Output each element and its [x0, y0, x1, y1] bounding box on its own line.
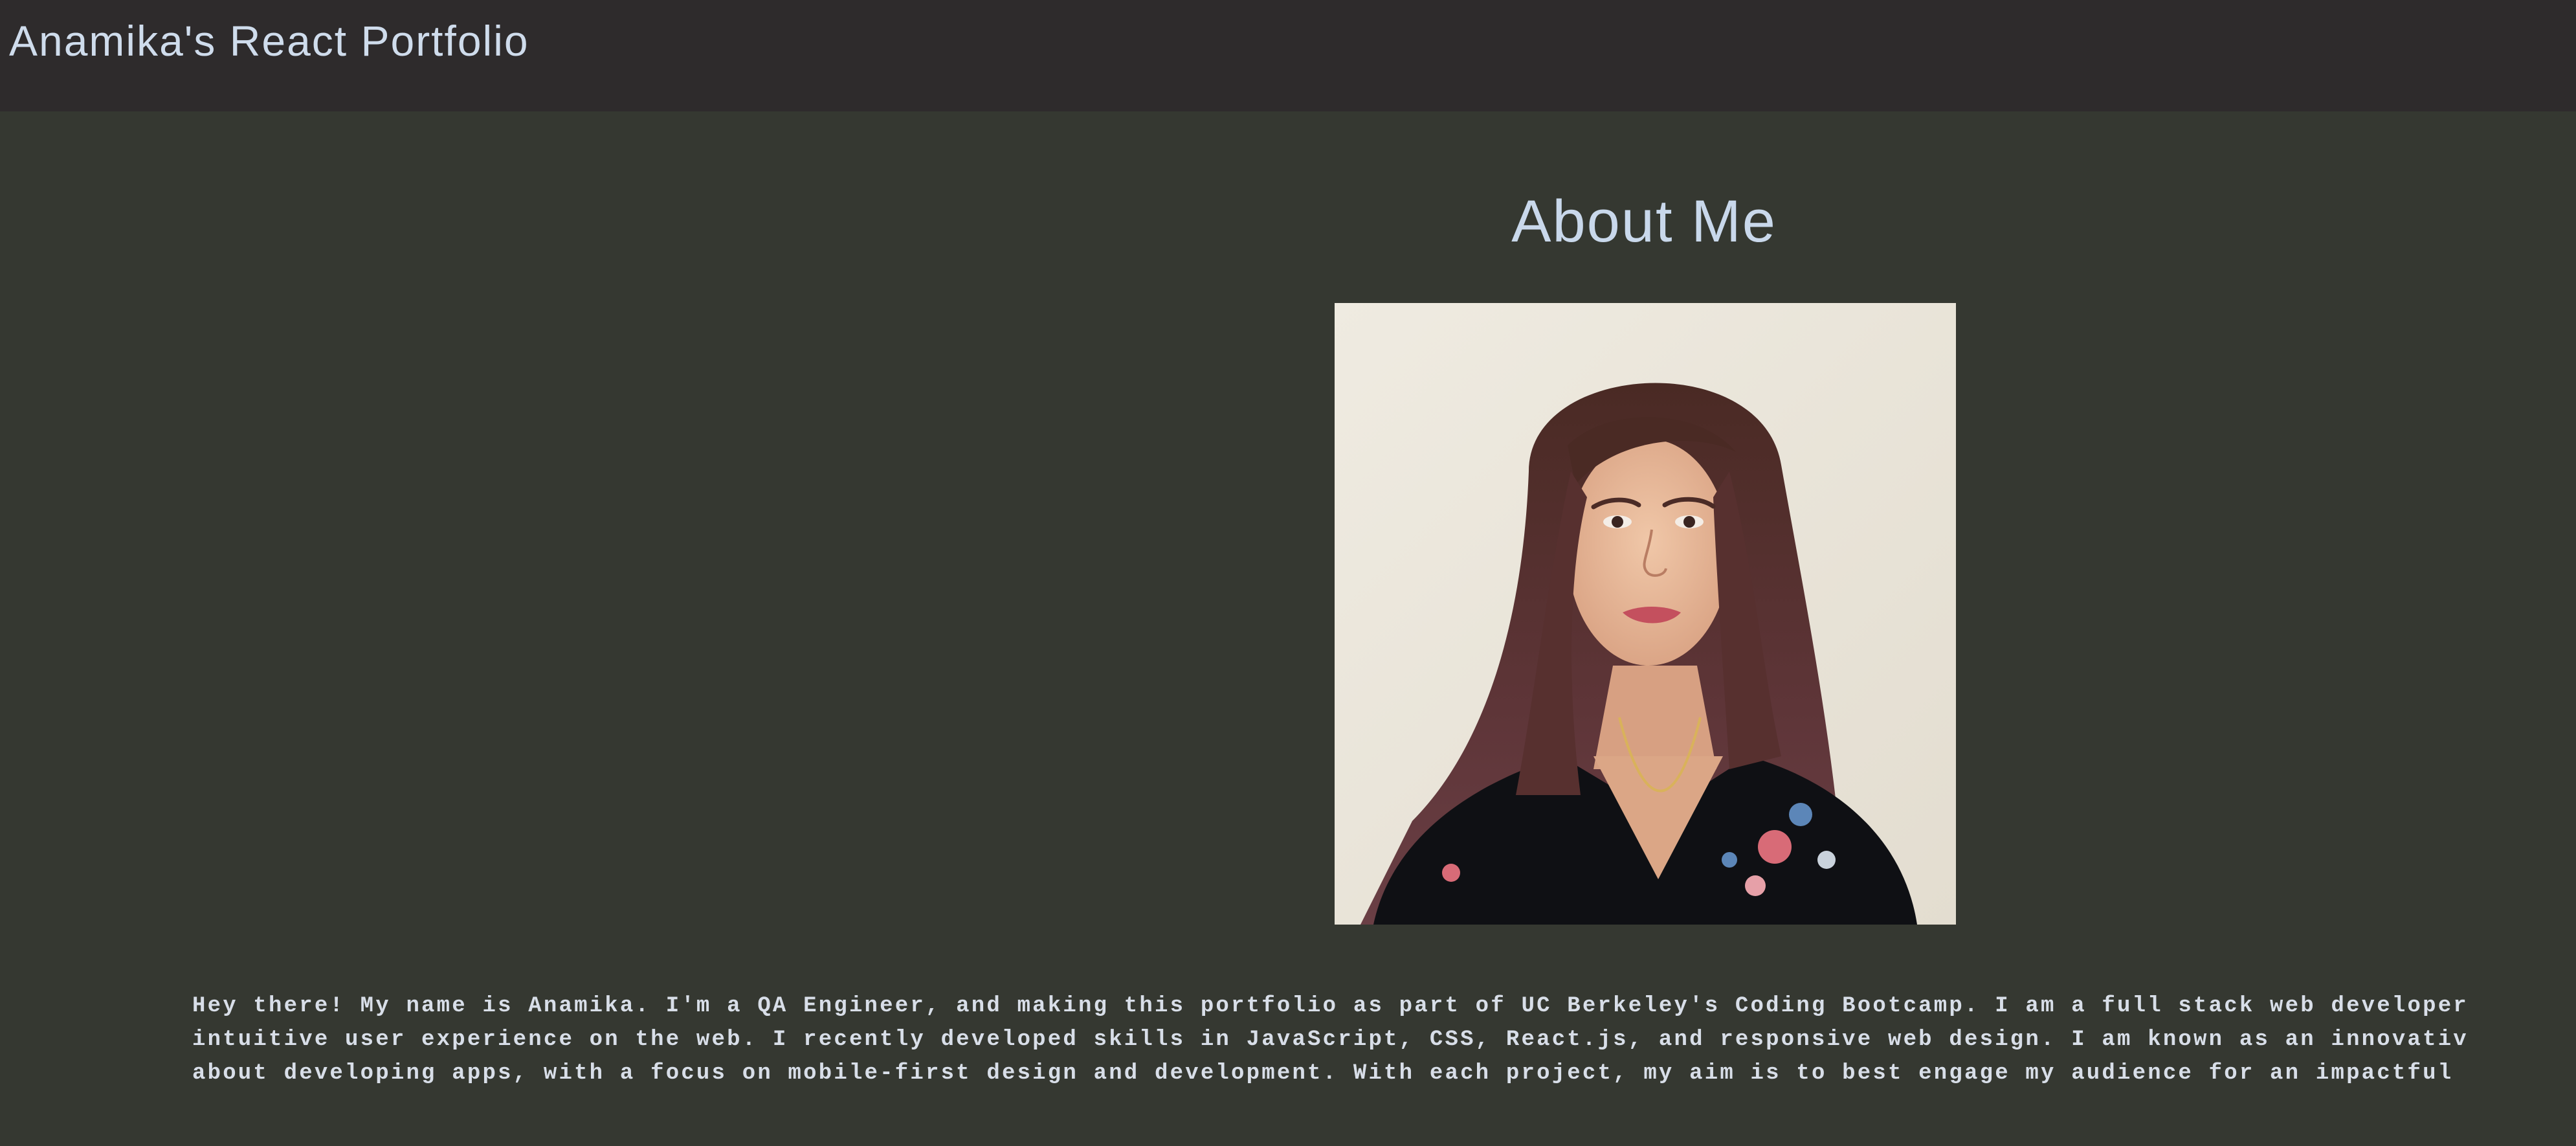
bio-line: intuitive user experience on the web. I …: [192, 1028, 2469, 1052]
bio-line: Hey there! My name is Anamika. I'm a QA …: [192, 994, 2469, 1018]
about-heading: About Me: [1511, 188, 1777, 254]
bio-paragraph: Hey there! My name is Anamika. I'm a QA …: [192, 989, 2576, 1090]
about-section: About Me Hey there! My name is Anamika. …: [0, 111, 2576, 1146]
profile-photo: [1335, 303, 1956, 925]
bio-line: about developing apps, with a focus on m…: [192, 1061, 2454, 1086]
top-navbar: Anamika's React Portfolio: [0, 0, 2576, 111]
site-title[interactable]: Anamika's React Portfolio: [9, 12, 529, 70]
